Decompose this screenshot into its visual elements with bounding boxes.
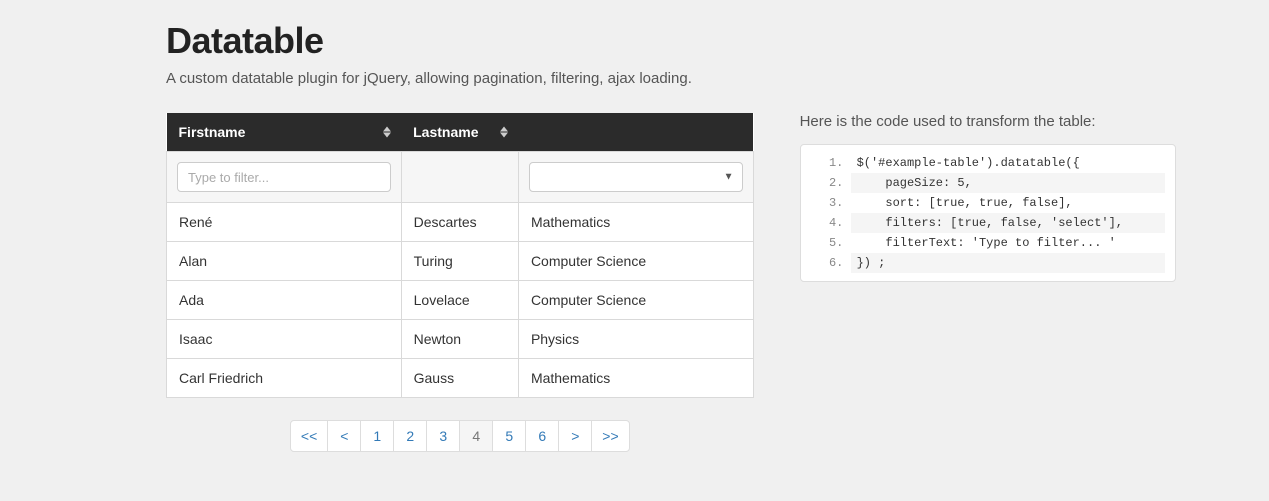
code-line: $('#example-table').datatable({ [851,153,1165,173]
pagination-prev[interactable]: < [327,420,361,452]
column-header-label: Lastname [413,124,478,140]
column-header-lastname[interactable]: Lastname [401,113,518,152]
sort-icon [500,127,508,138]
pagination-page[interactable]: 6 [525,420,559,452]
code-list: $('#example-table').datatable({ pageSize… [801,153,1165,273]
table-cell-first: Ada [167,281,402,320]
pagination-last[interactable]: >> [591,420,629,452]
pagination-next[interactable]: > [558,420,592,452]
page-subtitle: A custom datatable plugin for jQuery, al… [166,70,1176,87]
table-cell-first: Isaac [167,320,402,359]
filter-input-firstname[interactable] [177,162,391,192]
table-cell-last: Newton [401,320,518,359]
code-intro: Here is the code used to transform the t… [800,113,1176,130]
column-header-firstname[interactable]: Firstname [167,113,402,152]
table-row: IsaacNewtonPhysics [167,320,754,359]
table-cell-first: Carl Friedrich [167,359,402,398]
column-header-label: Firstname [179,124,246,140]
sort-icon [383,127,391,138]
table-row: AdaLovelaceComputer Science [167,281,754,320]
table-row: RenéDescartesMathematics [167,203,754,242]
filter-cell-field: ▼ [518,152,753,203]
filter-cell-lastname [401,152,518,203]
table-cell-first: René [167,203,402,242]
table-cell-field: Computer Science [518,281,753,320]
table-cell-field: Mathematics [518,203,753,242]
pagination-page[interactable]: 3 [426,420,460,452]
code-line: filterText: 'Type to filter... ' [851,233,1165,253]
pagination-list: << < 123456> >> [290,420,630,452]
code-line: filters: [true, false, 'select'], [851,213,1165,233]
pagination-first[interactable]: << [290,420,328,452]
table-cell-last: Descartes [401,203,518,242]
code-line: }) ; [851,253,1165,273]
pagination-page[interactable]: 5 [492,420,526,452]
table-row: AlanTuringComputer Science [167,242,754,281]
table-row: Carl FriedrichGaussMathematics [167,359,754,398]
chevron-down-icon: ▼ [724,172,734,183]
table-cell-field: Physics [518,320,753,359]
pagination-page[interactable]: 2 [393,420,427,452]
code-line: sort: [true, true, false], [851,193,1165,213]
filter-cell-firstname [167,152,402,203]
filter-select-field[interactable]: ▼ [529,162,743,192]
code-panel: $('#example-table').datatable({ pageSize… [800,144,1176,282]
page-title: Datatable [166,20,1176,62]
code-line: pageSize: 5, [851,173,1165,193]
table-cell-field: Mathematics [518,359,753,398]
table-cell-first: Alan [167,242,402,281]
column-header-field [518,113,753,152]
data-table: Firstname Lastname [166,113,754,398]
table-cell-last: Turing [401,242,518,281]
pagination-page: 4 [459,420,493,452]
pagination-page[interactable]: 1 [360,420,394,452]
table-cell-last: Gauss [401,359,518,398]
pagination: << < 123456> >> [166,420,754,452]
table-cell-last: Lovelace [401,281,518,320]
table-cell-field: Computer Science [518,242,753,281]
